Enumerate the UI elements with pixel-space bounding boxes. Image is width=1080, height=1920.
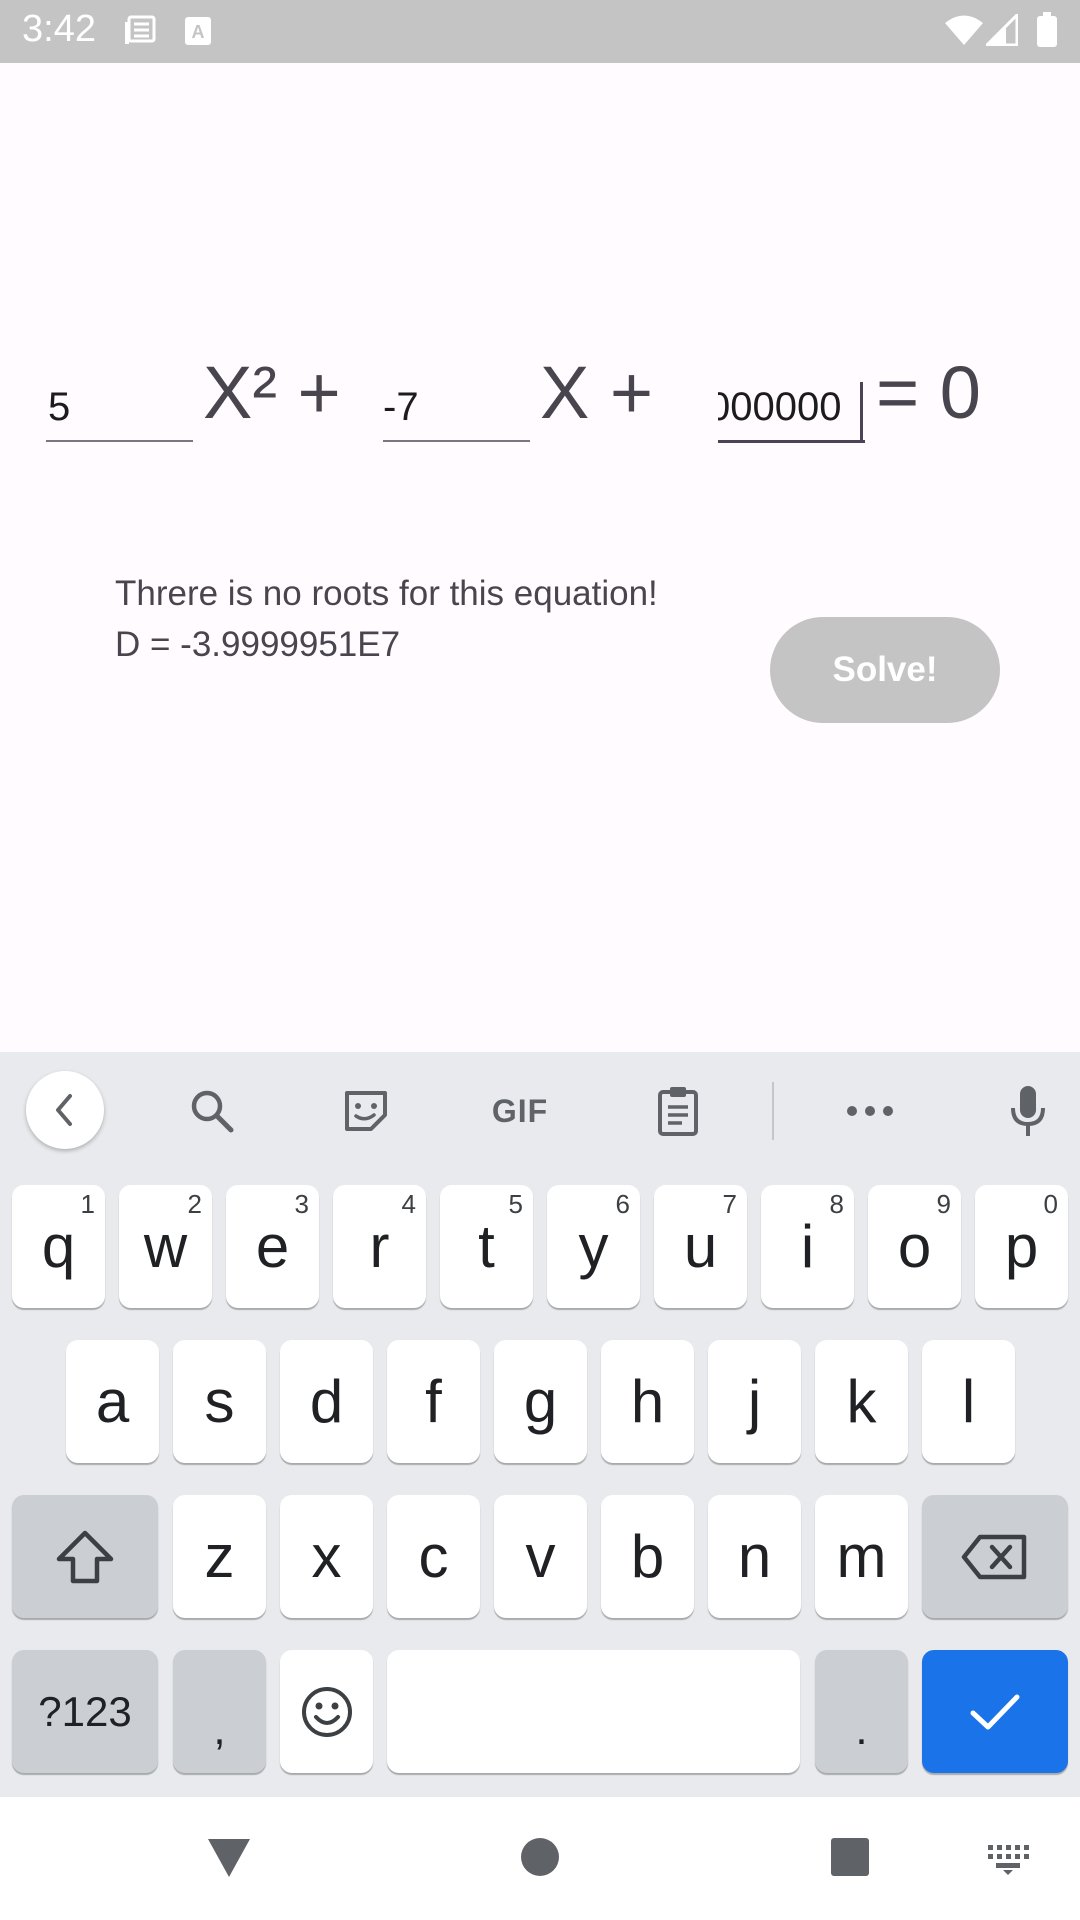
status-bar: 3:42 A bbox=[0, 0, 1080, 63]
battery-icon bbox=[1036, 12, 1058, 53]
key-z[interactable]: z bbox=[173, 1495, 266, 1618]
font-icon: A bbox=[184, 16, 212, 51]
signal-icon bbox=[983, 11, 1019, 51]
coefficient-c-input[interactable]: 000000 bbox=[718, 380, 865, 443]
result-panel: Threre is no roots for this equation! D … bbox=[115, 568, 658, 670]
x-plus-label: X + bbox=[540, 351, 654, 434]
coefficient-a-input[interactable]: 5 bbox=[46, 380, 193, 442]
key-v[interactable]: v bbox=[494, 1495, 587, 1618]
key-a[interactable]: a bbox=[66, 1340, 159, 1463]
key-o[interactable]: 9o bbox=[868, 1185, 961, 1308]
emoji-icon bbox=[301, 1686, 352, 1737]
key-j[interactable]: j bbox=[708, 1340, 801, 1463]
key-q[interactable]: 1q bbox=[12, 1185, 105, 1308]
news-icon bbox=[123, 14, 157, 53]
key-t[interactable]: 5t bbox=[440, 1185, 533, 1308]
x-squared-plus-label: X² + bbox=[203, 351, 341, 434]
wifi-icon bbox=[944, 14, 984, 51]
more-icon[interactable] bbox=[840, 1085, 900, 1137]
toolbar-divider bbox=[772, 1082, 774, 1140]
shift-key[interactable] bbox=[12, 1495, 158, 1618]
keyboard-switch-icon[interactable] bbox=[986, 1843, 1030, 1880]
search-icon[interactable] bbox=[182, 1085, 242, 1137]
gif-icon[interactable]: GIF bbox=[482, 1085, 558, 1137]
home-circle-icon[interactable] bbox=[520, 1837, 560, 1882]
back-icon bbox=[56, 1094, 72, 1126]
result-message: Threre is no roots for this equation! bbox=[115, 574, 658, 613]
key-i[interactable]: 8i bbox=[761, 1185, 854, 1308]
shift-icon bbox=[56, 1530, 114, 1583]
key-p[interactable]: 0p bbox=[975, 1185, 1068, 1308]
emoji-key[interactable] bbox=[280, 1650, 373, 1773]
gif-label: GIF bbox=[491, 1092, 549, 1129]
key-h[interactable]: h bbox=[601, 1340, 694, 1463]
checkmark-icon bbox=[970, 1694, 1020, 1729]
key-w[interactable]: 2w bbox=[119, 1185, 212, 1308]
coefficient-a-value: 5 bbox=[48, 385, 71, 429]
key-s[interactable]: s bbox=[173, 1340, 266, 1463]
equals-zero-label: = 0 bbox=[876, 351, 981, 434]
recents-square-icon[interactable] bbox=[830, 1837, 870, 1882]
enter-done-key[interactable] bbox=[922, 1650, 1068, 1773]
key-d[interactable]: d bbox=[280, 1340, 373, 1463]
coefficient-b-input[interactable]: -7 bbox=[383, 380, 530, 442]
space-key[interactable] bbox=[387, 1650, 800, 1773]
symbols-key[interactable]: ?123 bbox=[12, 1650, 158, 1773]
back-triangle-icon[interactable] bbox=[206, 1837, 252, 1884]
comma-key[interactable]: , bbox=[173, 1650, 266, 1773]
key-x[interactable]: x bbox=[280, 1495, 373, 1618]
key-r[interactable]: 4r bbox=[333, 1185, 426, 1308]
key-c[interactable]: c bbox=[387, 1495, 480, 1618]
key-l[interactable]: l bbox=[922, 1340, 1015, 1463]
key-y[interactable]: 6y bbox=[547, 1185, 640, 1308]
svg-text:A: A bbox=[192, 22, 205, 42]
sticker-icon[interactable] bbox=[336, 1085, 396, 1137]
key-e[interactable]: 3e bbox=[226, 1185, 319, 1308]
period-key[interactable]: . bbox=[815, 1650, 908, 1773]
key-g[interactable]: g bbox=[494, 1340, 587, 1463]
clipboard-icon[interactable] bbox=[648, 1082, 708, 1140]
coefficient-c-value: 000000 bbox=[718, 385, 842, 429]
key-u[interactable]: 7u bbox=[654, 1185, 747, 1308]
backspace-key[interactable] bbox=[922, 1495, 1068, 1618]
key-k[interactable]: k bbox=[815, 1340, 908, 1463]
solve-button[interactable]: Solve! bbox=[770, 617, 1000, 723]
mic-icon[interactable] bbox=[998, 1082, 1058, 1140]
key-b[interactable]: b bbox=[601, 1495, 694, 1618]
status-time: 3:42 bbox=[22, 8, 96, 50]
backspace-icon bbox=[961, 1534, 1027, 1579]
key-f[interactable]: f bbox=[387, 1340, 480, 1463]
coefficient-b-value: -7 bbox=[383, 385, 419, 429]
navigation-bar bbox=[0, 1797, 1080, 1920]
text-cursor bbox=[860, 382, 863, 440]
key-n[interactable]: n bbox=[708, 1495, 801, 1618]
discriminant-value: D = -3.9999951E7 bbox=[115, 625, 401, 664]
keyboard-back-button[interactable] bbox=[26, 1071, 104, 1149]
key-m[interactable]: m bbox=[815, 1495, 908, 1618]
